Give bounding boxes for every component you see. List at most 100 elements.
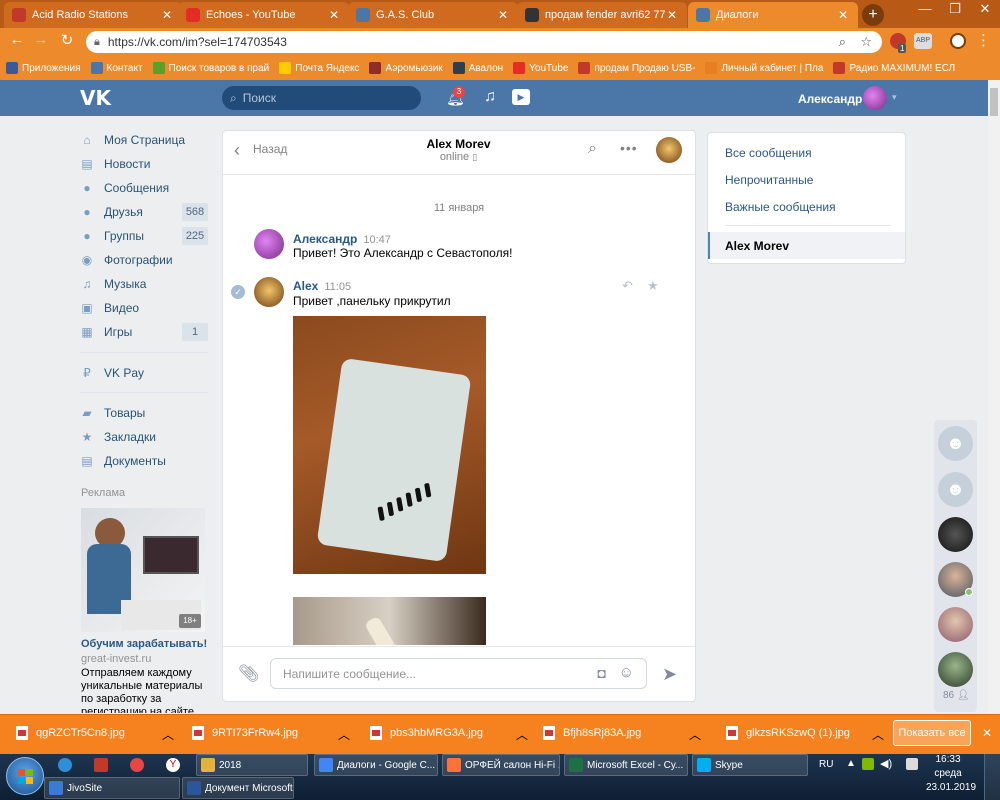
network-icon[interactable] xyxy=(906,758,918,770)
friend-avatar-5[interactable] xyxy=(938,607,973,642)
show-desktop-button[interactable] xyxy=(984,754,1000,800)
bookmark-item[interactable]: Аэромьюзик xyxy=(369,62,443,74)
forward-arrow-icon[interactable]: → xyxy=(30,31,52,48)
zoom-icon[interactable]: ⌕ xyxy=(839,34,846,50)
download-item[interactable]: Bfjh8sRj83A.jpg xyxy=(543,720,641,746)
message-input[interactable]: Напишите сообщение... ◘ ☺ xyxy=(270,658,647,689)
new-tab-button[interactable]: + xyxy=(862,4,884,26)
friend-avatar-6[interactable] xyxy=(938,652,973,687)
message-author[interactable]: Александр xyxy=(293,232,357,246)
clock[interactable]: 16:33 среда 23.01.2019 xyxy=(926,753,976,795)
tab-1[interactable]: Acid Radio Stations ✕ xyxy=(4,2,182,28)
tab-close-icon[interactable]: ✕ xyxy=(496,8,510,22)
message-photo[interactable] xyxy=(293,316,486,574)
quicklaunch-icon-1[interactable] xyxy=(58,758,72,772)
friend-avatar-1[interactable]: ☻ xyxy=(938,426,973,461)
start-button[interactable] xyxy=(6,757,44,795)
menu-dots-icon[interactable]: ⋮ xyxy=(976,31,991,49)
filter-all[interactable]: Все сообщения xyxy=(725,146,812,160)
download-options-icon[interactable]: ︿ xyxy=(338,726,350,743)
bookmark-item[interactable]: Почта Яндекс xyxy=(279,62,359,74)
user-avatar[interactable] xyxy=(863,86,887,110)
bookmark-item[interactable]: Радио MAXIMUM! ЕСЛ xyxy=(833,62,955,74)
tab-close-icon[interactable]: ✕ xyxy=(160,8,174,22)
back-chevron-icon[interactable]: ‹ xyxy=(234,140,240,161)
ad-title[interactable]: Обучим зарабатывать! xyxy=(81,638,207,650)
ad-image[interactable]: 18+ xyxy=(81,508,205,632)
tab-2[interactable]: Echoes - YouTube ✕ xyxy=(178,2,349,28)
filter-unread[interactable]: Непрочитанные xyxy=(725,173,813,187)
tab-4[interactable]: продам fender avri62 77гр пр✕ xyxy=(517,2,687,28)
menu-item[interactable]: ▦ Игры 1 xyxy=(80,320,210,344)
music-player-icon[interactable]: ♫ xyxy=(484,88,496,106)
download-options-icon[interactable]: ︿ xyxy=(872,726,884,743)
menu-item[interactable]: ● Группы 225 xyxy=(80,224,210,248)
page-scrollbar[interactable] xyxy=(988,80,1000,714)
vk-logo[interactable]: VK xyxy=(80,86,111,110)
message-avatar[interactable] xyxy=(254,229,284,259)
bookmark-item[interactable]: YouTube xyxy=(513,62,568,74)
address-bar[interactable]: 🔒︎ https://vk.com/im?sel=174703543 ⌕ ☆ xyxy=(86,31,882,53)
taskbar-button[interactable]: Диалоги - Google C... xyxy=(314,754,438,776)
send-icon[interactable]: ➤ xyxy=(662,664,677,685)
menu-item[interactable]: ₽ VK Pay xyxy=(80,361,210,385)
star-icon[interactable]: ★ xyxy=(647,278,659,294)
yandex-icon[interactable]: Y xyxy=(166,758,180,772)
taskbar-button[interactable]: JivoSite xyxy=(44,777,180,799)
profile-icon[interactable] xyxy=(950,33,966,49)
menu-item[interactable]: ◉ Фотографии xyxy=(80,248,210,272)
check-icon[interactable]: ✓ xyxy=(231,285,245,299)
more-icon[interactable]: ••• xyxy=(620,140,638,156)
download-item[interactable]: qgRZCTr5Cn8.jpg xyxy=(16,720,125,746)
tray-arrow-icon[interactable]: ▲ xyxy=(846,758,856,769)
tab-5[interactable]: Диалоги ✕ xyxy=(688,2,858,28)
show-all-button[interactable]: Показать все xyxy=(893,720,971,746)
close-downloads-icon[interactable]: ✕ xyxy=(982,726,992,740)
volume-icon[interactable]: ◀︎) xyxy=(880,757,892,770)
attach-icon[interactable]: 📎︎ xyxy=(238,664,260,684)
message-photo[interactable] xyxy=(293,597,486,645)
bookmark-item[interactable]: Личный кабинет | Пла xyxy=(705,62,823,74)
friend-avatar-3[interactable] xyxy=(938,517,973,552)
contact-name[interactable]: Alex Morev xyxy=(402,137,515,151)
adblock-icon[interactable]: ABP xyxy=(914,33,932,49)
taskbar-button[interactable]: Microsoft Excel - Су... xyxy=(564,754,688,776)
contact-avatar[interactable] xyxy=(656,137,682,163)
tab-3[interactable]: G.A.S. Club ✕ xyxy=(348,2,518,28)
menu-item[interactable]: ⌂ Моя Страница xyxy=(80,128,210,152)
menu-item[interactable]: ▰ Товары xyxy=(80,401,210,425)
reload-icon[interactable]: ↻ xyxy=(56,31,78,49)
back-label[interactable]: Назад xyxy=(253,142,287,156)
download-options-icon[interactable]: ︿ xyxy=(162,726,174,743)
download-item[interactable]: 9RTI73FrRw4.jpg xyxy=(192,720,298,746)
language-indicator[interactable]: RU xyxy=(819,759,833,770)
chevron-down-icon[interactable]: ▾ xyxy=(892,92,897,103)
message-author[interactable]: Alex xyxy=(293,279,318,293)
ad-domain[interactable]: great-invest.ru xyxy=(81,653,151,665)
close-window-button[interactable]: ✕ xyxy=(970,0,1000,20)
friend-avatar-2[interactable]: ☻ xyxy=(938,472,973,507)
tab-close-icon[interactable]: ✕ xyxy=(665,8,679,22)
bookmark-item[interactable]: Приложения xyxy=(6,62,81,74)
menu-item[interactable]: ▤ Новости xyxy=(80,152,210,176)
search-icon[interactable]: ⌕ xyxy=(588,140,597,158)
user-name[interactable]: Александр xyxy=(798,92,862,106)
bookmark-item[interactable]: Авалон xyxy=(452,62,503,74)
menu-item[interactable]: ♫ Музыка xyxy=(80,272,210,296)
quicklaunch-icon-2[interactable] xyxy=(94,758,108,772)
bookmark-star-icon[interactable]: ☆ xyxy=(860,34,872,50)
menu-item[interactable]: ● Сообщения xyxy=(80,176,210,200)
page-scrollbar-thumb[interactable] xyxy=(990,88,998,116)
tab-close-icon[interactable]: ✕ xyxy=(836,8,850,22)
filter-important[interactable]: Важные сообщения xyxy=(725,200,836,214)
bookmark-item[interactable]: продам Продаю USB- xyxy=(578,62,695,74)
bookmark-item[interactable]: Контакт xyxy=(90,62,143,74)
maximize-button[interactable]: ❐ xyxy=(940,0,970,20)
tray-icon[interactable] xyxy=(862,758,874,770)
download-options-icon[interactable]: ︿ xyxy=(516,726,528,743)
download-options-icon[interactable]: ︿ xyxy=(689,726,701,743)
menu-item[interactable]: ▣ Видео xyxy=(80,296,210,320)
taskbar-button[interactable]: ОРФЕЙ салон Hi-Fi ... xyxy=(442,754,560,776)
download-item[interactable]: glkzsRKSzwQ (1).jpg xyxy=(726,720,850,746)
menu-item[interactable]: ★ Закладки xyxy=(80,425,210,449)
